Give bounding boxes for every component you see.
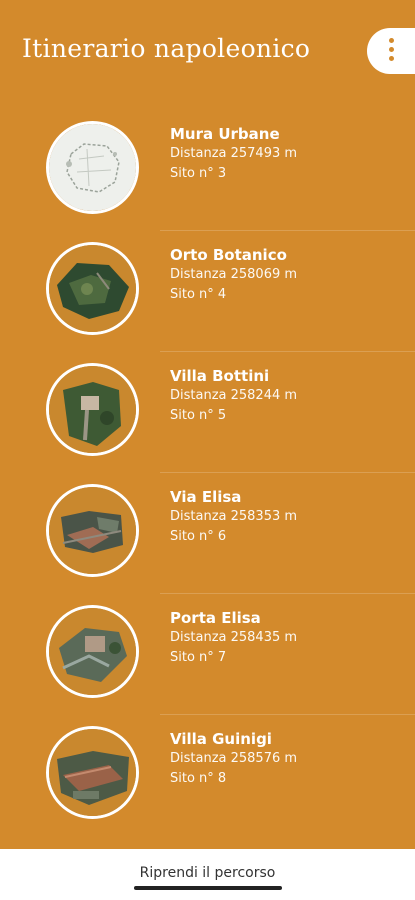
site-distance: Distanza 257493 m	[170, 146, 298, 161]
bottom-bar: Riprendi il percorso	[0, 849, 415, 900]
site-info: Villa Guinigi Distanza 258576 m Sito n° …	[170, 729, 297, 789]
site-name: Villa Guinigi	[170, 730, 272, 748]
site-distance: Distanza 258353 m	[170, 509, 298, 524]
site-info: Villa Bottini Distanza 258244 m Sito n° …	[170, 366, 297, 426]
site-number: Sito n° 3	[170, 166, 227, 181]
site-info: Orto Botanico Distanza 258069 m Sito n° …	[170, 245, 297, 305]
site-name: Villa Bottini	[170, 367, 270, 385]
list-item[interactable]: Villa Bottini Distanza 258244 m Sito n° …	[0, 352, 415, 473]
site-number: Sito n° 7	[170, 650, 227, 665]
site-number: Sito n° 8	[170, 771, 227, 786]
app-header: Itinerario napoleonico	[0, 0, 415, 100]
site-distance: Distanza 258576 m	[170, 751, 298, 766]
resume-route-button[interactable]: Riprendi il percorso	[0, 865, 415, 881]
list-item[interactable]: Villa Guinigi Distanza 258576 m Sito n° …	[0, 715, 415, 836]
site-thumbnail	[46, 605, 139, 698]
site-name: Orto Botanico	[170, 246, 287, 264]
site-thumbnail	[46, 242, 139, 335]
site-info: Mura Urbane Distanza 257493 m Sito n° 3	[170, 124, 297, 184]
site-distance: Distanza 258435 m	[170, 630, 298, 645]
list-item[interactable]: Via Elisa Distanza 258353 m Sito n° 6	[0, 473, 415, 594]
site-name: Porta Elisa	[170, 609, 261, 627]
site-distance: Distanza 258244 m	[170, 388, 298, 403]
site-number: Sito n° 6	[170, 529, 227, 544]
site-name: Via Elisa	[170, 488, 242, 506]
site-thumbnail	[46, 726, 139, 819]
site-thumbnail	[46, 121, 139, 214]
page-title: Itinerario napoleonico	[22, 34, 311, 63]
site-distance: Distanza 258069 m	[170, 267, 298, 282]
site-number: Sito n° 4	[170, 287, 227, 302]
site-info: Porta Elisa Distanza 258435 m Sito n° 7	[170, 608, 297, 668]
site-thumbnail	[46, 484, 139, 577]
list-item[interactable]: Porta Elisa Distanza 258435 m Sito n° 7	[0, 594, 415, 715]
more-vertical-icon	[389, 38, 395, 64]
site-thumbnail	[46, 363, 139, 456]
site-info: Via Elisa Distanza 258353 m Sito n° 6	[170, 487, 297, 547]
more-options-button[interactable]	[367, 28, 415, 74]
home-indicator	[134, 886, 282, 890]
site-name: Mura Urbane	[170, 125, 280, 143]
site-number: Sito n° 5	[170, 408, 227, 423]
list-item[interactable]: Mura Urbane Distanza 257493 m Sito n° 3	[0, 110, 415, 231]
list-item[interactable]: Orto Botanico Distanza 258069 m Sito n° …	[0, 231, 415, 352]
